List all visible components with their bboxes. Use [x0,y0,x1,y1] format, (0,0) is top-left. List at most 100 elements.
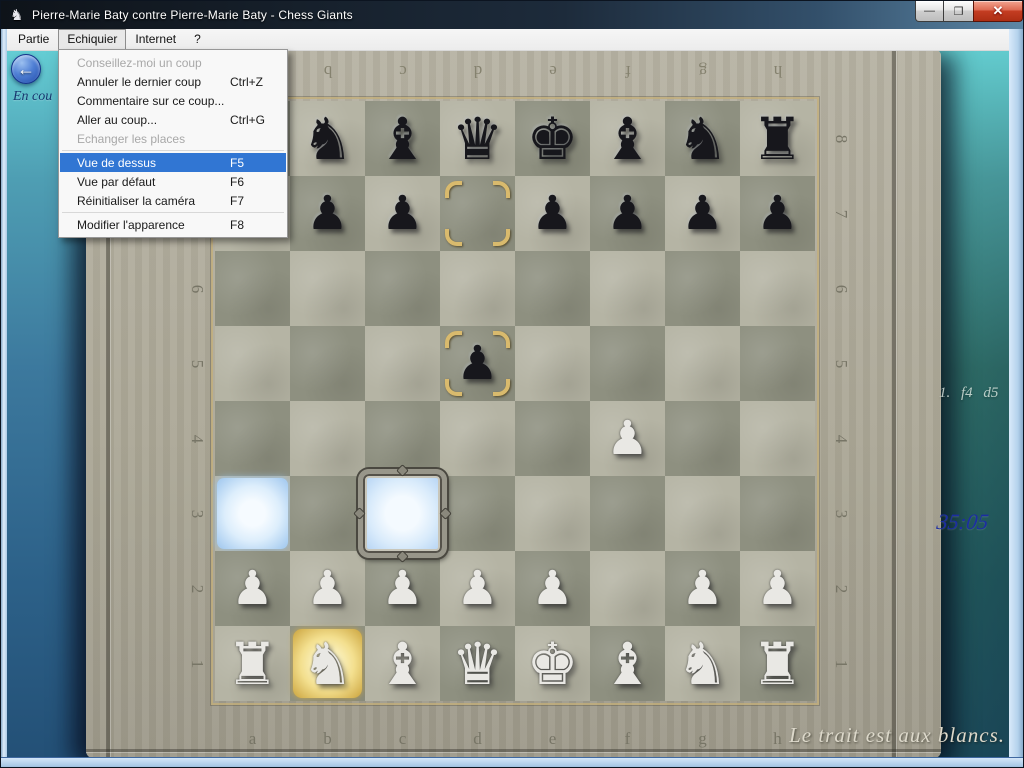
game-state-label: En cou [13,89,52,105]
close-button[interactable]: ✕ [973,1,1023,22]
square-a5[interactable] [215,326,290,401]
menu-item-commentaire-sur-ce-coup[interactable]: Commentaire sur ce coup... [60,91,286,110]
window-border-right[interactable] [1009,29,1024,768]
menubar-item-internet[interactable]: Internet [126,29,185,50]
black-knight-b8[interactable]: ♞ [290,101,365,176]
square-h4[interactable] [740,401,815,476]
square-c3[interactable] [365,476,440,551]
black-queen-d8[interactable]: ♛ [440,101,515,176]
rank-label-right-1: 1 [830,653,852,675]
white-pawn-g2[interactable]: ♟ [665,551,740,626]
move-target-highlight-a3[interactable] [217,478,288,549]
white-pawn-d2[interactable]: ♟ [440,551,515,626]
square-e3[interactable] [515,476,590,551]
rank-label-left-2: 2 [186,578,208,600]
menu-item-echanger-les-places: Echanger les places [60,129,286,148]
square-f6[interactable] [590,251,665,326]
black-pawn-b7[interactable]: ♟ [290,176,365,251]
file-label-bottom-a: a [242,728,264,750]
square-g4[interactable] [665,401,740,476]
gold-corner-icon [493,181,510,198]
caption-buttons: — ❒ ✕ [915,1,1023,22]
window-border-bottom[interactable] [1,757,1024,768]
white-bishop-c1[interactable]: ♝ [365,626,440,701]
black-pawn-g7[interactable]: ♟ [665,176,740,251]
menu-item-shortcut: Ctrl+Z [230,75,276,89]
square-f3[interactable] [590,476,665,551]
menubar-item-partie[interactable]: Partie [9,29,58,50]
square-a3[interactable] [215,476,290,551]
rank-label-left-4: 4 [186,428,208,450]
square-g5[interactable] [665,326,740,401]
black-rook-h8[interactable]: ♜ [740,101,815,176]
file-label-bottom-f: f [617,728,639,750]
hovered-target-frame[interactable] [358,469,447,558]
menubar-item-?[interactable]: ? [185,29,210,50]
white-rook-a1[interactable]: ♜ [215,626,290,701]
white-pawn-a2[interactable]: ♟ [215,551,290,626]
menu-item-r-initialiser-la-cam-ra[interactable]: Réinitialiser la caméraF7 [60,191,286,210]
black-pawn-c7[interactable]: ♟ [365,176,440,251]
square-b4[interactable] [290,401,365,476]
rank-label-right-2: 2 [830,578,852,600]
minimize-button[interactable]: — [915,1,944,22]
menu-item-vue-de-dessus[interactable]: Vue de dessusF5 [60,153,286,172]
square-a6[interactable] [215,251,290,326]
black-bishop-c8[interactable]: ♝ [365,101,440,176]
rank-label-right-3: 3 [830,503,852,525]
square-h6[interactable] [740,251,815,326]
white-pawn-e2[interactable]: ♟ [515,551,590,626]
square-d7[interactable] [440,176,515,251]
maximize-button[interactable]: ❒ [944,1,973,22]
square-f2[interactable] [590,551,665,626]
square-f5[interactable] [590,326,665,401]
square-g3[interactable] [665,476,740,551]
square-d4[interactable] [440,401,515,476]
menu-item-label: Réinitialiser la caméra [77,194,230,208]
square-e5[interactable] [515,326,590,401]
file-label-bottom-h: h [767,728,789,750]
white-pawn-b2[interactable]: ♟ [290,551,365,626]
white-pawn-f4[interactable]: ♟ [590,401,665,476]
title-bar[interactable]: ♞ Pierre-Marie Baty contre Pierre-Marie … [1,1,1024,29]
square-b5[interactable] [290,326,365,401]
back-button[interactable]: ← [11,54,41,84]
white-queen-d1[interactable]: ♛ [440,626,515,701]
menu-item-annuler-le-dernier-coup[interactable]: Annuler le dernier coupCtrl+Z [60,72,286,91]
menu-item-label: Vue par défaut [77,175,230,189]
square-b6[interactable] [290,251,365,326]
square-c6[interactable] [365,251,440,326]
white-pawn-h2[interactable]: ♟ [740,551,815,626]
square-e6[interactable] [515,251,590,326]
square-h5[interactable] [740,326,815,401]
menu-item-vue-par-d-faut[interactable]: Vue par défautF6 [60,172,286,191]
black-pawn-d5[interactable]: ♟ [440,326,515,401]
menubar-item-echiquier[interactable]: Echiquier [58,29,126,50]
square-c5[interactable] [365,326,440,401]
black-pawn-h7[interactable]: ♟ [740,176,815,251]
black-bishop-f8[interactable]: ♝ [590,101,665,176]
file-label-bottom-b: b [317,728,339,750]
square-d6[interactable] [440,251,515,326]
white-bishop-f1[interactable]: ♝ [590,626,665,701]
square-g6[interactable] [665,251,740,326]
file-label-bottom-d: d [467,728,489,750]
menu-item-modifier-l-apparence[interactable]: Modifier l'apparenceF8 [60,215,286,234]
board-squares: ♜♞♝♛♚♝♞♜♟♟♟♟♟♟♟♟♟♟♟♟♟♟♟♟♜♞♝♛♚♝♞♜ [215,101,815,701]
white-king-e1[interactable]: ♚ [515,626,590,701]
square-h3[interactable] [740,476,815,551]
file-label-top-h: h [767,60,789,82]
white-knight-b1[interactable]: ♞ [290,626,365,701]
menu-bar: PartieEchiquierInternet? [3,29,1009,51]
menu-item-aller-au-coup[interactable]: Aller au coup...Ctrl+G [60,110,286,129]
black-pawn-f7[interactable]: ♟ [590,176,665,251]
menu-bar-items: PartieEchiquierInternet? [9,29,210,50]
black-king-e8[interactable]: ♚ [515,101,590,176]
black-knight-g8[interactable]: ♞ [665,101,740,176]
rank-label-left-5: 5 [186,353,208,375]
black-pawn-e7[interactable]: ♟ [515,176,590,251]
square-a4[interactable] [215,401,290,476]
white-rook-h1[interactable]: ♜ [740,626,815,701]
white-knight-g1[interactable]: ♞ [665,626,740,701]
square-e4[interactable] [515,401,590,476]
